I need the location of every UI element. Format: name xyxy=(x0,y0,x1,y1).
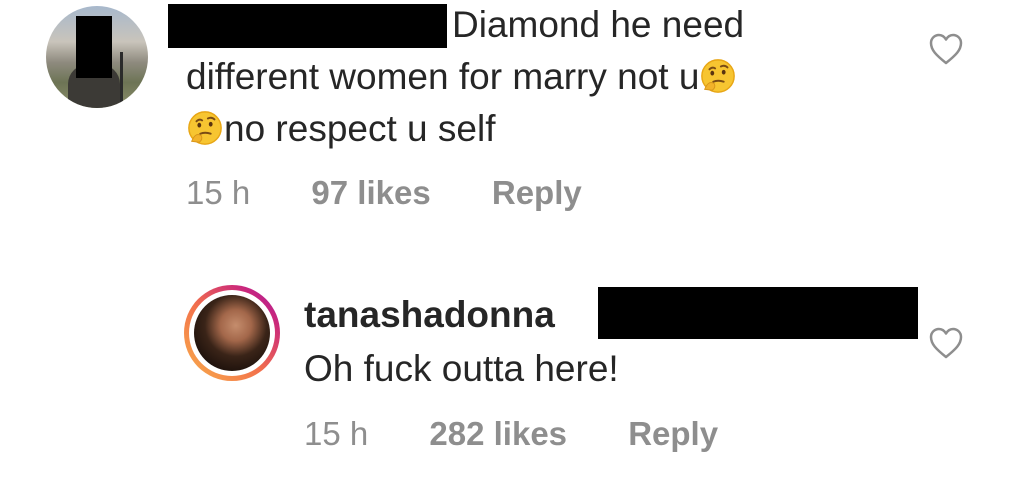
comment-text-line-3-text: no respect u self xyxy=(224,108,496,149)
likes-count[interactable]: 97 likes xyxy=(311,174,430,211)
avatar-photo xyxy=(194,295,270,371)
avatar[interactable] xyxy=(46,6,148,108)
comment-time: 15 h xyxy=(304,415,369,452)
heart-icon[interactable] xyxy=(928,32,964,66)
comment-meta: 15 h 282 likes Reply xyxy=(304,415,718,453)
thinking-face-icon xyxy=(701,59,736,93)
text-redaction xyxy=(598,287,918,339)
heart-icon[interactable] xyxy=(928,326,964,360)
comment-text-line-1: Diamond he need xyxy=(452,4,745,45)
avatar-redaction xyxy=(76,16,112,78)
avatar[interactable] xyxy=(184,285,280,381)
comment-text-line-3: no respect u self xyxy=(186,104,495,154)
username[interactable]: tanashadonna xyxy=(304,294,555,335)
likes-count[interactable]: 282 likes xyxy=(429,415,567,452)
comment-text-line-2-text: different women for marry not u xyxy=(186,56,700,97)
thinking-face-icon xyxy=(188,111,222,145)
avatar-rail xyxy=(120,52,123,104)
comment-meta: 15 h 97 likes Reply xyxy=(186,174,582,212)
comment-header: tanashadonna xyxy=(304,290,555,340)
comment-text: Oh fuck outta here! xyxy=(304,348,619,389)
comment-text-line-2: different women for marry not u xyxy=(186,52,737,102)
reply-button[interactable]: Reply xyxy=(628,415,718,452)
comment-time: 15 h xyxy=(186,174,251,211)
username-redaction xyxy=(168,4,447,48)
reply-button[interactable]: Reply xyxy=(492,174,582,211)
